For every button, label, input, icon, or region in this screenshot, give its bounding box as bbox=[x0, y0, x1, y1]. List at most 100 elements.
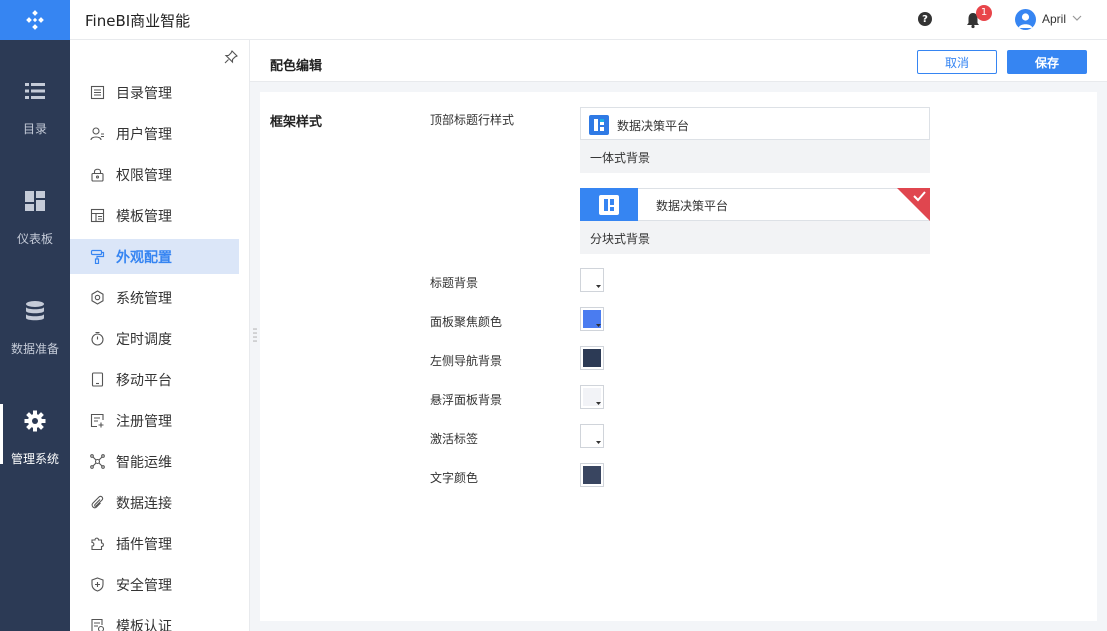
submenu-label: 注册管理 bbox=[116, 413, 172, 430]
submenu-label: 数据连接 bbox=[116, 495, 172, 512]
dashboard-icon bbox=[25, 191, 45, 211]
header-style-option-integrated[interactable]: 数据决策平台 一体式背景 bbox=[580, 107, 930, 173]
gear-icon bbox=[24, 410, 46, 432]
help-icon[interactable]: ? bbox=[918, 12, 932, 26]
submenu-item-template[interactable]: 模板管理 bbox=[70, 198, 239, 233]
cancel-button[interactable]: 取消 bbox=[917, 50, 997, 74]
user-icon bbox=[90, 127, 104, 141]
field-label: 文字颜色 bbox=[430, 471, 479, 485]
color-picker-left-nav-bg[interactable] bbox=[580, 346, 604, 370]
mobile-icon bbox=[91, 372, 104, 387]
preview-logo-block bbox=[580, 188, 638, 221]
submenu-label: 移动平台 bbox=[116, 372, 172, 389]
color-swatch bbox=[583, 466, 601, 484]
template-icon bbox=[90, 208, 105, 223]
field-label: 面板聚焦颜色 bbox=[430, 315, 503, 329]
submenu-item-connection[interactable]: 数据连接 bbox=[70, 485, 239, 520]
submenu-item-permission[interactable]: 权限管理 bbox=[70, 157, 239, 192]
nav-label: 目录 bbox=[22, 122, 47, 136]
submenu-label: 安全管理 bbox=[116, 577, 172, 594]
nav-item-catalog[interactable]: 目录 bbox=[0, 40, 70, 150]
brand-logo-icon bbox=[589, 115, 609, 135]
submenu-item-plugin[interactable]: 插件管理 bbox=[70, 526, 239, 561]
shield-icon bbox=[91, 577, 104, 592]
caret-down-icon bbox=[596, 402, 601, 405]
submenu-label: 外观配置 bbox=[116, 249, 172, 266]
nav-label: 数据准备 bbox=[10, 342, 59, 356]
save-button[interactable]: 保存 bbox=[1007, 50, 1087, 74]
page-title: 配色编辑 bbox=[270, 59, 323, 74]
option-caption: 分块式背景 bbox=[590, 232, 651, 246]
submenu-label: 权限管理 bbox=[116, 167, 172, 184]
certify-icon bbox=[91, 618, 105, 631]
header-style-option-split[interactable]: 数据决策平台 分块式背景 bbox=[580, 188, 930, 254]
submenu-label: 模板认证 bbox=[116, 618, 172, 631]
database-icon bbox=[26, 301, 44, 321]
catalog-icon bbox=[90, 85, 105, 100]
list-icon bbox=[25, 83, 45, 99]
nav-item-data-prep[interactable]: 数据准备 bbox=[0, 260, 70, 370]
user-icon bbox=[1018, 13, 1033, 28]
user-name[interactable]: April bbox=[1042, 12, 1066, 26]
nav-item-dashboard[interactable]: 仪表板 bbox=[0, 150, 70, 260]
field-label: 标题背景 bbox=[430, 276, 479, 290]
submenu-item-catalog[interactable]: 目录管理 bbox=[70, 75, 239, 110]
network-icon bbox=[90, 454, 105, 469]
brand-text: 数据决策平台 bbox=[656, 199, 729, 213]
submenu-label: 用户管理 bbox=[116, 126, 172, 143]
field-label: 激活标签 bbox=[430, 432, 479, 446]
option-caption: 一体式背景 bbox=[590, 151, 651, 165]
submenu-label: 插件管理 bbox=[116, 536, 172, 553]
submenu-label: 智能运维 bbox=[116, 454, 172, 471]
caret-down-icon bbox=[596, 285, 601, 288]
main-nav: 目录 仪表板 数据准备 管理系统 bbox=[0, 40, 70, 631]
color-picker-active-tab[interactable] bbox=[580, 424, 604, 448]
submenu-item-ops[interactable]: 智能运维 bbox=[70, 444, 239, 479]
resize-handle[interactable] bbox=[253, 327, 257, 343]
lock-icon bbox=[91, 168, 104, 182]
settings-icon bbox=[91, 290, 104, 305]
submenu-item-certify[interactable]: 模板认证 bbox=[70, 608, 239, 631]
submenu-item-register[interactable]: 注册管理 bbox=[70, 403, 239, 438]
plugin-icon bbox=[91, 537, 104, 551]
submenu-label: 目录管理 bbox=[116, 85, 172, 102]
avatar[interactable] bbox=[1015, 9, 1036, 30]
field-label: 左侧导航背景 bbox=[430, 354, 503, 368]
notification-badge: 1 bbox=[976, 5, 992, 21]
color-swatch bbox=[583, 349, 601, 367]
submenu-item-mobile[interactable]: 移动平台 bbox=[70, 362, 239, 397]
color-picker-title-bg[interactable] bbox=[580, 268, 604, 292]
chevron-down-icon[interactable] bbox=[1072, 13, 1082, 23]
submenu-item-security[interactable]: 安全管理 bbox=[70, 567, 239, 602]
submenu-item-schedule[interactable]: 定时调度 bbox=[70, 321, 239, 356]
link-icon bbox=[91, 495, 104, 509]
pin-icon[interactable] bbox=[224, 50, 238, 64]
nav-label: 管理系统 bbox=[10, 452, 59, 466]
selected-check-icon bbox=[897, 188, 930, 221]
color-picker-panel-focus[interactable] bbox=[580, 307, 604, 331]
logo-icon bbox=[26, 10, 44, 30]
register-icon bbox=[90, 413, 104, 428]
preview-bar: 数据决策平台 bbox=[580, 107, 930, 140]
submenu-item-system[interactable]: 系统管理 bbox=[70, 280, 239, 315]
color-picker-text-color[interactable] bbox=[580, 463, 604, 487]
brand-logo-icon bbox=[599, 194, 619, 215]
color-picker-float-panel-bg[interactable] bbox=[580, 385, 604, 409]
caret-down-icon bbox=[596, 441, 601, 444]
section-title: 框架样式 bbox=[270, 115, 323, 130]
nav-label: 仪表板 bbox=[16, 232, 53, 246]
submenu-label: 模板管理 bbox=[116, 208, 172, 225]
brand-text: 数据决策平台 bbox=[617, 119, 690, 133]
caret-down-icon bbox=[596, 324, 601, 327]
app-title: FineBI商业智能 bbox=[85, 12, 191, 30]
paint-roller-icon bbox=[90, 249, 105, 264]
field-label: 悬浮面板背景 bbox=[430, 393, 503, 407]
timer-icon bbox=[91, 331, 104, 346]
submenu-label: 系统管理 bbox=[116, 290, 172, 307]
header-style-label: 顶部标题行样式 bbox=[430, 113, 515, 127]
submenu-item-appearance[interactable]: 外观配置 bbox=[70, 239, 239, 274]
nav-item-admin[interactable]: 管理系统 bbox=[0, 370, 70, 480]
submenu-item-user[interactable]: 用户管理 bbox=[70, 116, 239, 151]
submenu-label: 定时调度 bbox=[116, 331, 172, 348]
app-logo[interactable] bbox=[0, 0, 70, 40]
